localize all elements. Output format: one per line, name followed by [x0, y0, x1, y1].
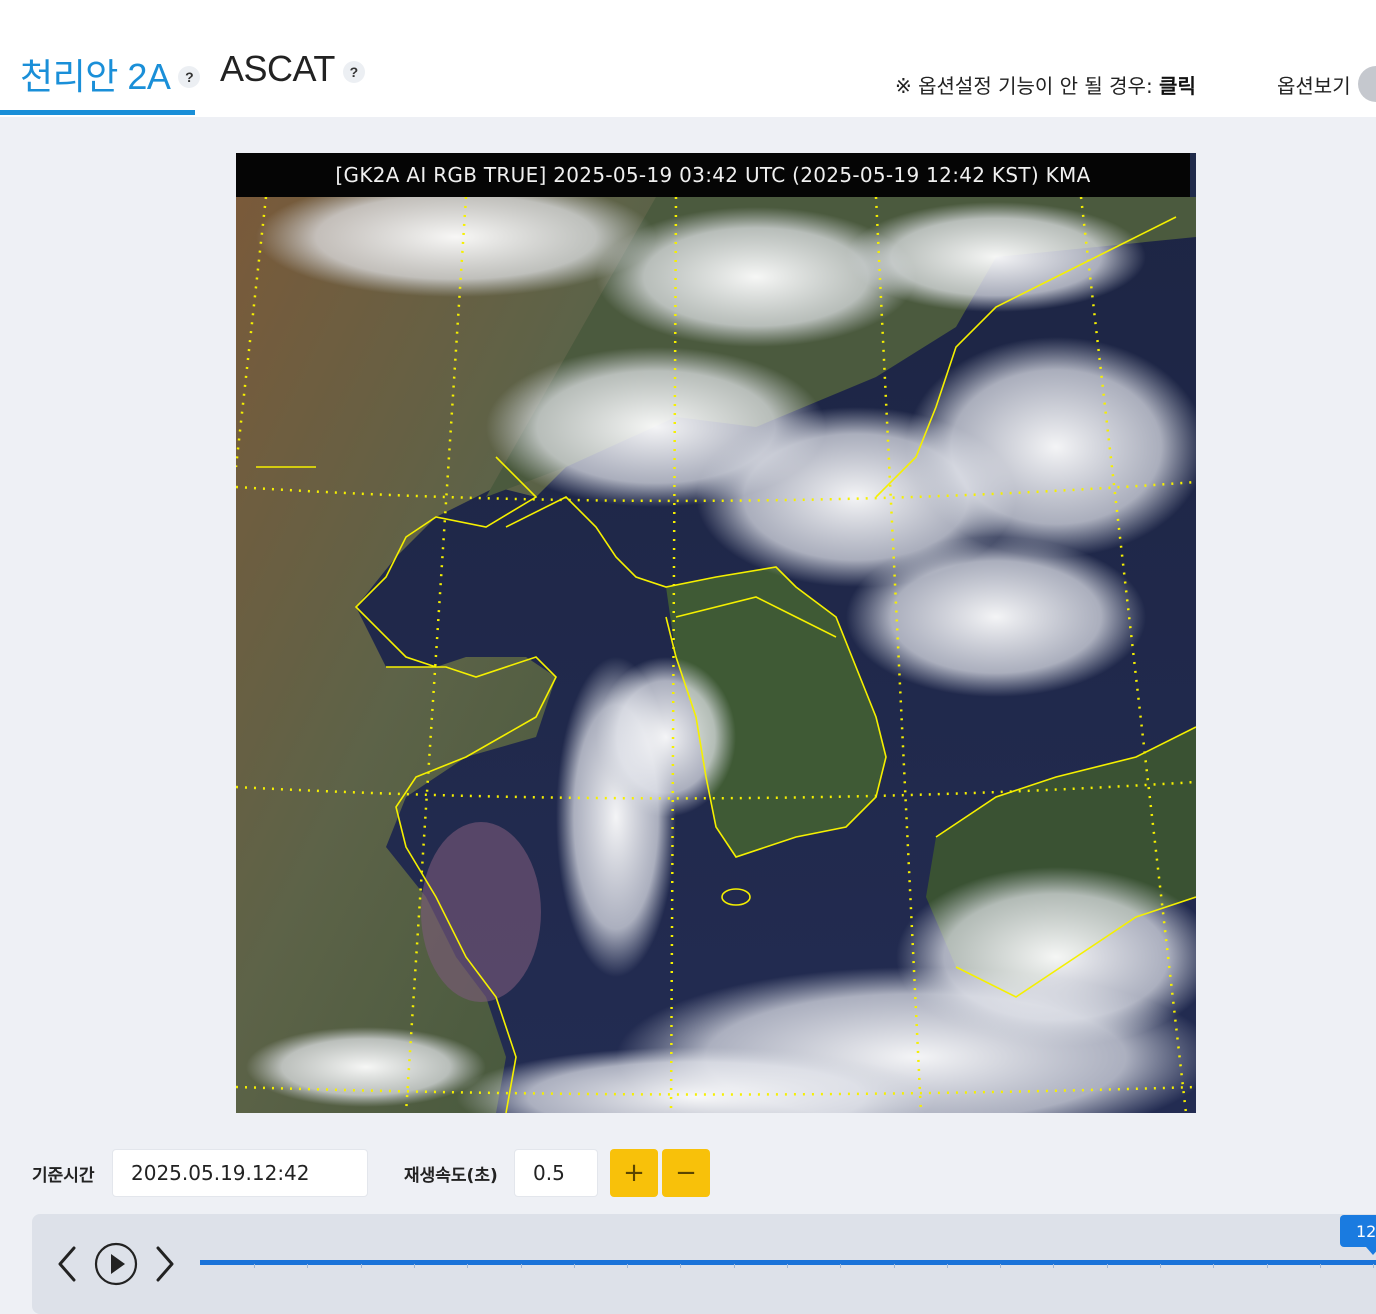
timeline-tick — [361, 1264, 362, 1268]
speed-input[interactable]: 0.5 — [514, 1149, 598, 1197]
option-click-link[interactable]: 클릭 — [1159, 74, 1196, 98]
satellite-image-frame: [GK2A AI RGB TRUE] 2025-05-19 03:42 UTC … — [236, 153, 1196, 1113]
tab-ascat-label: ASCAT — [220, 48, 335, 89]
option-note: ※ 옵션설정 기능이 안 될 경우: 클릭 — [895, 70, 1196, 99]
chevron-left-icon[interactable] — [54, 1244, 82, 1284]
timeline-tick — [947, 1264, 948, 1268]
timeline-tick — [1267, 1264, 1268, 1268]
base-time-label: 기준시간 — [32, 1166, 95, 1186]
help-icon[interactable]: ? — [178, 66, 201, 88]
timeline-tick — [1053, 1264, 1054, 1268]
satellite-image — [236, 197, 1196, 1113]
timeline-tick — [734, 1264, 735, 1268]
timeline-tick — [1160, 1264, 1161, 1268]
chevron-right-icon[interactable] — [150, 1244, 178, 1284]
timeline-tick — [1000, 1264, 1001, 1268]
top-bar — [0, 0, 1376, 117]
timeline-tick — [307, 1264, 308, 1268]
tab-chollian-2a-label: 천리안 2A — [20, 56, 171, 97]
active-tab-indicator — [0, 110, 195, 115]
timeline-tick — [1107, 1264, 1108, 1268]
timeline-tick — [840, 1264, 841, 1268]
timeline-current-time[interactable]: 12: — [1340, 1215, 1376, 1255]
timeline-tick — [414, 1264, 415, 1268]
timeline-tick — [574, 1264, 575, 1268]
timeline-tick — [787, 1264, 788, 1268]
help-icon[interactable]: ? — [342, 61, 365, 83]
base-time-input[interactable]: 2025.05.19.12:42 — [112, 1149, 368, 1197]
option-view-label: 옵션보기 — [1277, 74, 1351, 98]
timeline-tick — [254, 1264, 255, 1268]
speed-label: 재생속도(초) — [404, 1166, 498, 1186]
speed-increase-button[interactable]: + — [610, 1149, 658, 1197]
timeline-tick — [1373, 1264, 1374, 1268]
timeline-tick — [521, 1264, 522, 1268]
speed-decrease-button[interactable]: − — [662, 1149, 710, 1197]
timeline-track[interactable] — [200, 1260, 1376, 1265]
timeline-tick — [680, 1264, 681, 1268]
timeline-tick — [894, 1264, 895, 1268]
tab-ascat[interactable]: ASCAT ? — [220, 48, 365, 90]
tab-chollian-2a[interactable]: 천리안 2A ? — [20, 48, 201, 100]
timeline-tick — [467, 1264, 468, 1268]
timeline-tick — [627, 1264, 628, 1268]
satellite-caption: [GK2A AI RGB TRUE] 2025-05-19 03:42 UTC … — [236, 153, 1190, 197]
option-note-text: ※ 옵션설정 기능이 안 될 경우: — [895, 74, 1160, 98]
timeline-tick — [1320, 1264, 1321, 1268]
play-circle-icon[interactable] — [93, 1241, 139, 1287]
timeline-tick — [1213, 1264, 1214, 1268]
